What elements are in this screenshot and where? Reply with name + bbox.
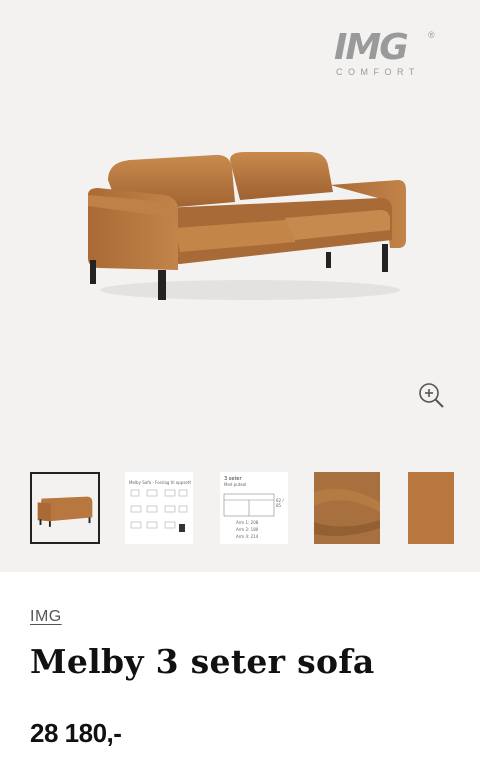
product-gallery: IMG ® COMFORT Melby Sofa - Forslag til o… [0,0,480,572]
thumbnail-color-swatch[interactable] [408,472,454,544]
hero-image[interactable] [80,140,410,310]
logo-mark: IMG [334,27,409,68]
thumbnail-leather-swatch[interactable] [314,472,380,544]
brand-logo: IMG ® COMFORT [334,28,440,78]
logo-registered-mark: ® [428,30,435,40]
thumbnail-dimension-sheet[interactable]: Melby Sofa - Forslag til oppsett [125,472,193,544]
logo-subtitle: COMFORT [336,67,420,77]
dimension-sheet-drawing [130,489,188,532]
sofa-thumbnail-image [37,496,93,527]
thumbnail-sofa-photo[interactable] [30,472,100,544]
zoom-in-icon[interactable] [416,380,446,410]
product-price: 28 180,- [30,718,122,748]
product-info: IMG Melby 3 seter sofa 28 180,- [0,572,480,763]
thumbnail-strip: Melby Sofa - Forslag til oppsett 3 seter… [0,472,480,544]
size-drawing-sketch [223,493,275,517]
leather-swatch-image [314,472,380,544]
brand-link[interactable]: IMG [30,608,62,626]
product-title: Melby 3 seter sofa [30,642,375,681]
thumbnail-size-drawing[interactable]: 3 seter Med puteol 62 / 85 Arm 1: 208 Ar… [220,472,288,544]
